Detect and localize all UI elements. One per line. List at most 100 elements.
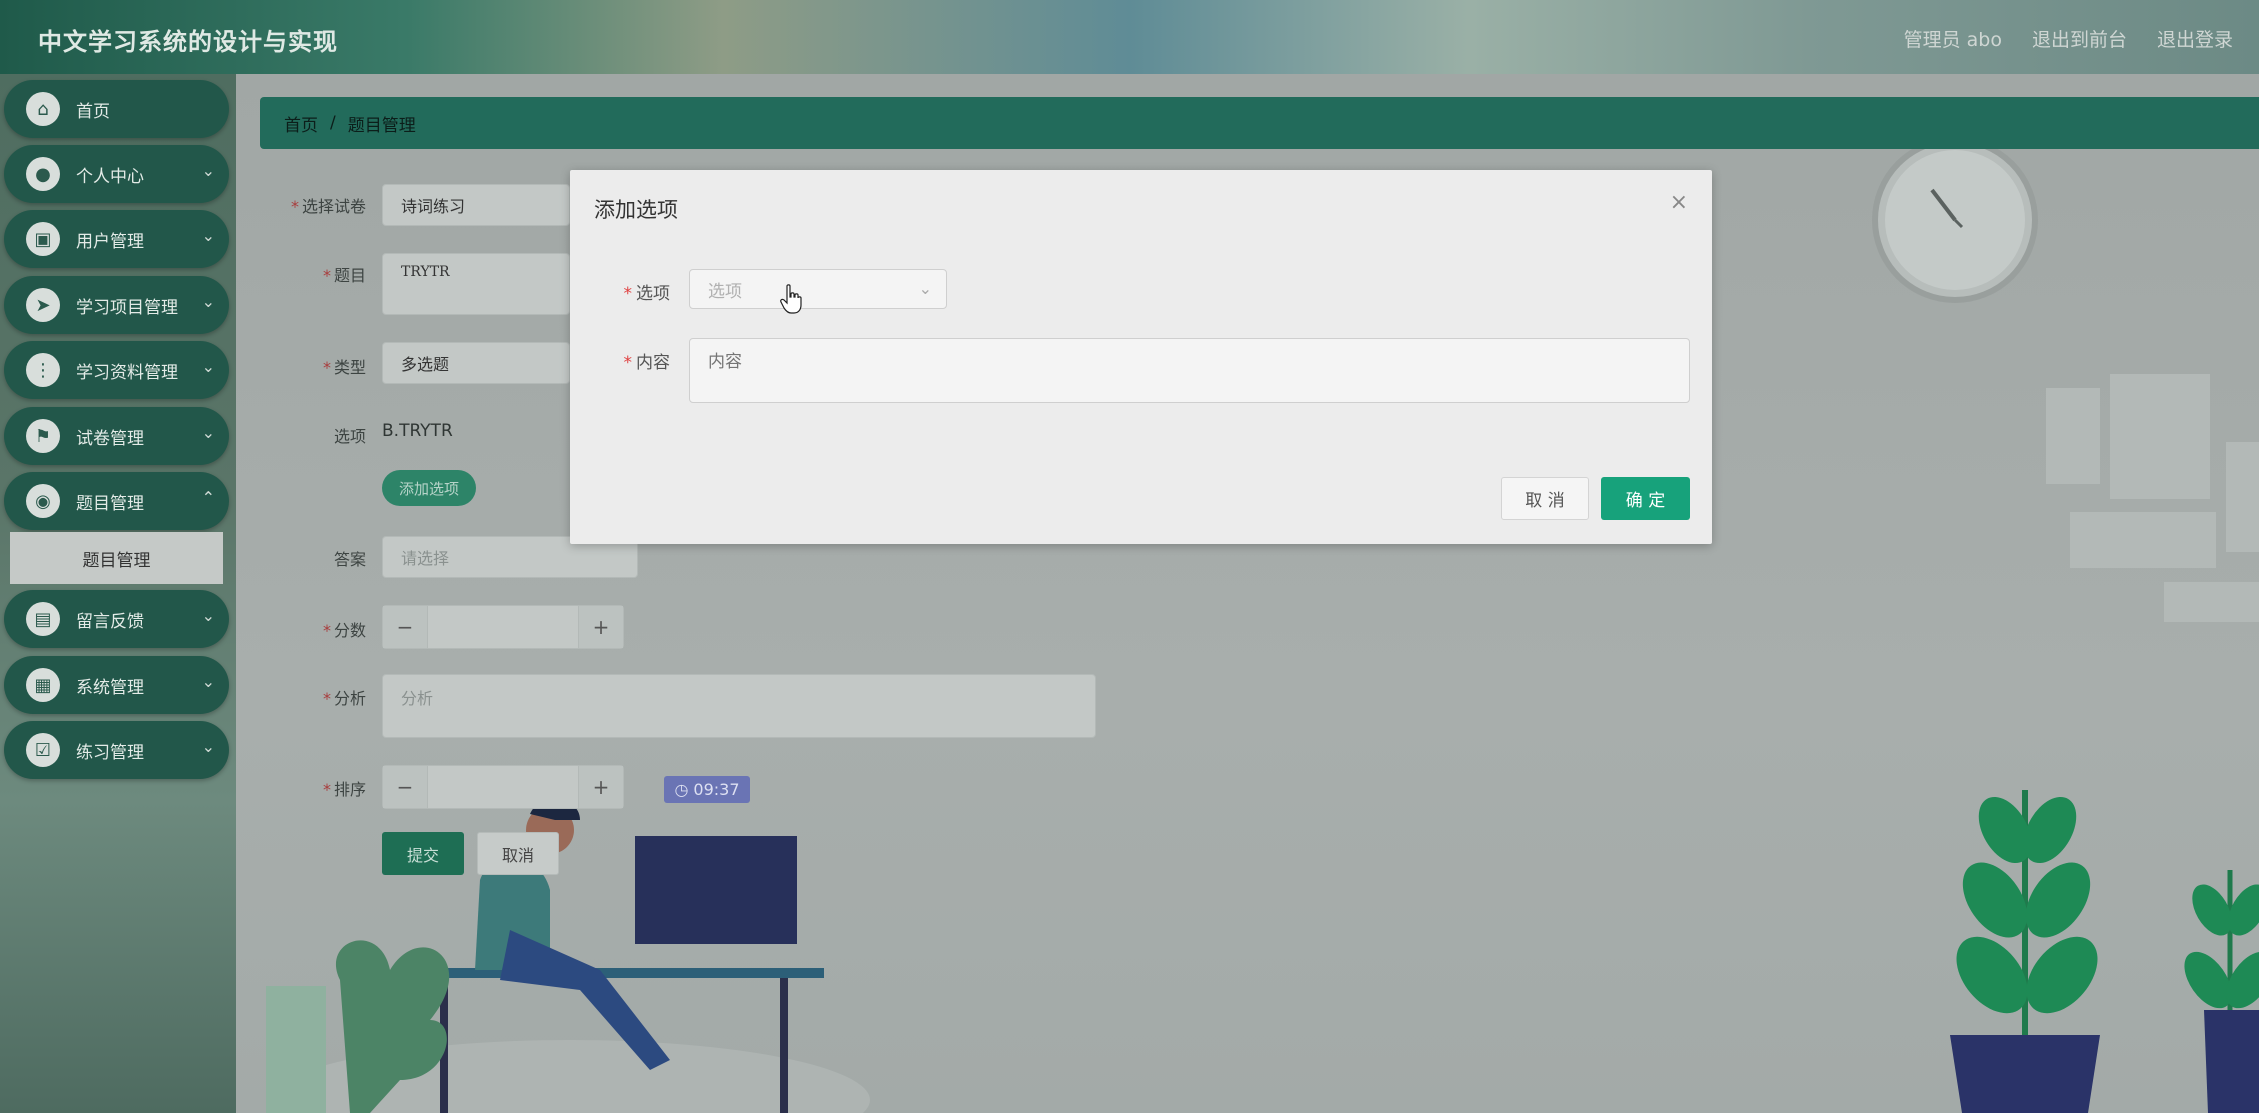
- sidebar-item-personal-center[interactable]: ● 个人中心 ⌄: [4, 145, 229, 203]
- paper-field-label: * 选择试卷: [290, 197, 366, 216]
- flag-icon: ⚑: [26, 419, 60, 453]
- submenu-item-question-management[interactable]: 题目管理: [10, 532, 223, 584]
- clock-icon: ◷: [674, 780, 689, 799]
- sidebar-item-system[interactable]: ▦ 系统管理 ⌄: [4, 656, 229, 714]
- required-mark: *: [322, 621, 331, 640]
- submit-button[interactable]: 提交: [382, 832, 464, 875]
- add-option-dialog: 添加选项 × *选项 选项 ⌄ *内容 取 消 确 定: [570, 170, 1712, 544]
- wallet-icon: ▤: [26, 602, 60, 636]
- sidebar-item-exam-paper[interactable]: ⚑ 试卷管理 ⌄: [4, 407, 229, 465]
- score-stepper: − +: [382, 605, 624, 649]
- sidebar-item-label: 用户管理: [76, 231, 144, 252]
- analysis-placeholder: 分析: [401, 689, 434, 708]
- required-mark: *: [322, 266, 331, 285]
- required-mark: *: [623, 353, 633, 373]
- answer-placeholder: 请选择: [401, 549, 450, 568]
- chevron-down-icon: ⌄: [918, 279, 932, 298]
- location-icon: ◉: [26, 484, 60, 518]
- chevron-down-icon: ⌄: [201, 161, 215, 180]
- score-decrease-button[interactable]: −: [383, 606, 427, 648]
- briefcase-icon: ▣: [26, 222, 60, 256]
- logout-link[interactable]: 退出登录: [2157, 25, 2233, 52]
- sidebar-item-home[interactable]: ⌂ 首页: [4, 80, 229, 138]
- breadcrumb-separator: /: [330, 113, 336, 133]
- sidebar-item-label: 系统管理: [76, 677, 144, 698]
- hand-cursor-icon: [780, 284, 802, 314]
- content-textarea[interactable]: [689, 338, 1690, 403]
- send-icon: ➤: [26, 288, 60, 322]
- app-title: 中文学习系统的设计与实现: [38, 28, 338, 56]
- required-mark: *: [623, 284, 633, 304]
- grid-icon: ⋮: [26, 353, 60, 387]
- sidebar-item-label: 练习管理: [76, 742, 144, 763]
- score-field-label: * 分数: [322, 621, 366, 640]
- required-mark: *: [290, 197, 299, 216]
- sidebar-item-label: 试卷管理: [76, 428, 144, 449]
- clipboard-icon: ☑: [26, 733, 60, 767]
- score-increase-button[interactable]: +: [579, 606, 623, 648]
- apps-icon: ▦: [26, 668, 60, 702]
- person-at-desk-illustration: [266, 798, 870, 1113]
- dialog-confirm-button[interactable]: 确 定: [1601, 477, 1690, 520]
- admin-user-link[interactable]: 管理员 abo: [1904, 25, 2002, 52]
- option-field-label: * 选项: [623, 284, 671, 304]
- wall-frames-illustration: [2046, 374, 2259, 622]
- breadcrumb: 首页 / 题目管理: [260, 97, 2259, 149]
- sidebar-item-label: 题目管理: [76, 493, 144, 514]
- score-input[interactable]: [427, 606, 579, 648]
- question-input[interactable]: TRYTR: [382, 253, 570, 315]
- chevron-down-icon: ⌄: [201, 357, 215, 376]
- chevron-up-icon: ⌃: [201, 488, 215, 507]
- sort-increase-button[interactable]: +: [579, 766, 623, 808]
- potted-plants-illustration: [1950, 790, 2259, 1113]
- chevron-down-icon: ⌄: [201, 423, 215, 442]
- dialog-cancel-button[interactable]: 取 消: [1501, 477, 1589, 520]
- chevron-down-icon: ⌄: [201, 606, 215, 625]
- clock-illustration: [1872, 140, 2038, 303]
- sidebar-item-study-material[interactable]: ⋮ 学习资料管理 ⌄: [4, 341, 229, 399]
- required-mark: *: [322, 780, 331, 799]
- sort-input[interactable]: [427, 766, 579, 808]
- chevron-down-icon: ⌄: [201, 737, 215, 756]
- type-field-label: * 类型: [322, 358, 366, 377]
- chevron-down-icon: ⌄: [201, 226, 215, 245]
- close-icon[interactable]: ×: [1670, 190, 1688, 215]
- sidebar-item-label: 个人中心: [76, 166, 144, 187]
- form-cancel-button[interactable]: 取消: [477, 832, 559, 875]
- paper-select[interactable]: 诗词练习: [382, 184, 570, 226]
- chevron-down-icon: ⌄: [201, 292, 215, 311]
- sidebar-item-label: 学习资料管理: [76, 362, 178, 383]
- header-links: 管理员 abo 退出到前台 退出登录: [1904, 25, 2233, 52]
- sidebar-item-label: 留言反馈: [76, 611, 144, 632]
- analysis-field-label: * 分析: [322, 689, 366, 708]
- exit-to-frontend-link[interactable]: 退出到前台: [2032, 25, 2127, 52]
- top-header: 中文学习系统的设计与实现 管理员 abo 退出到前台 退出登录: [0, 0, 2259, 74]
- option-item: B.TRYTR: [382, 421, 453, 441]
- dialog-title: 添加选项: [594, 198, 678, 222]
- sidebar-item-user-management[interactable]: ▣ 用户管理 ⌄: [4, 210, 229, 268]
- add-option-button[interactable]: 添加选项: [382, 470, 476, 506]
- home-icon: ⌂: [26, 92, 60, 126]
- question-field-label: * 题目: [322, 266, 366, 285]
- sidebar-item-practice[interactable]: ☑ 练习管理 ⌄: [4, 721, 229, 779]
- sidebar-item-question[interactable]: ◉ 题目管理 ⌃: [4, 472, 229, 530]
- timer-badge: ◷ 09:37: [664, 776, 750, 803]
- sort-field-label: * 排序: [322, 780, 366, 799]
- sidebar-item-label: 学习项目管理: [76, 297, 178, 318]
- chevron-down-icon: ⌄: [201, 672, 215, 691]
- content-field-label: * 内容: [623, 353, 671, 373]
- option-select[interactable]: 选项 ⌄: [689, 269, 947, 309]
- sort-decrease-button[interactable]: −: [383, 766, 427, 808]
- option-select-placeholder: 选项: [708, 281, 742, 302]
- analysis-textarea[interactable]: 分析: [382, 674, 1096, 738]
- sidebar-item-feedback[interactable]: ▤ 留言反馈 ⌄: [4, 590, 229, 648]
- options-field-label: 选项: [333, 427, 366, 446]
- type-select[interactable]: 多选题: [382, 342, 570, 384]
- timer-value: 09:37: [693, 780, 740, 799]
- answer-field-label: 答案: [333, 550, 366, 569]
- required-mark: *: [322, 689, 331, 708]
- sort-stepper: − +: [382, 765, 624, 809]
- sidebar-item-study-project[interactable]: ➤ 学习项目管理 ⌄: [4, 276, 229, 334]
- sidebar-item-label: 首页: [76, 101, 110, 122]
- breadcrumb-home[interactable]: 首页: [284, 111, 318, 136]
